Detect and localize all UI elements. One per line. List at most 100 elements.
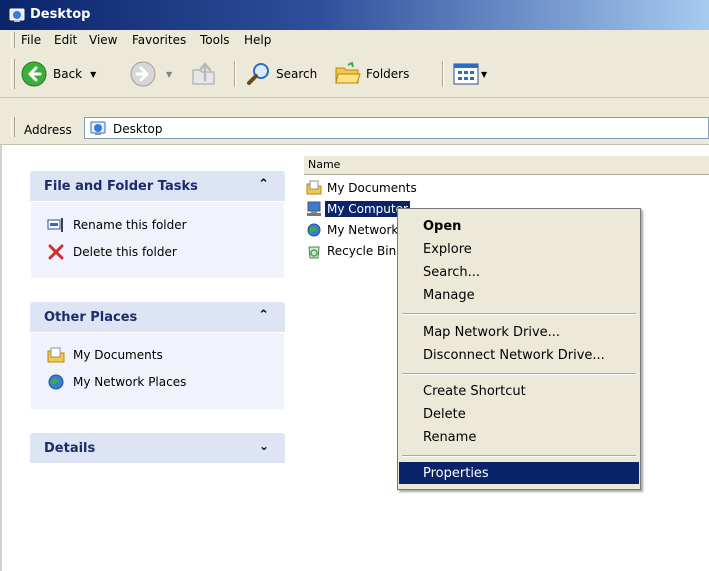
column-name-label: Name	[308, 158, 341, 171]
my-computer-icon	[307, 201, 321, 216]
ctx-create-shortcut[interactable]: Create Shortcut	[399, 380, 639, 402]
back-button[interactable]: Back ▼	[21, 60, 96, 88]
toolbar-grip[interactable]	[11, 59, 15, 89]
ctx-item-label: Map Network Drive...	[423, 325, 561, 340]
my-documents-icon	[306, 180, 322, 195]
details-panel: Details ⌄	[30, 433, 285, 463]
delete-folder-label: Delete this folder	[73, 245, 177, 259]
forward-button[interactable]: ▼	[130, 60, 172, 88]
menu-favorites[interactable]: Favorites	[132, 33, 186, 47]
address-bar: Address Desktop	[0, 98, 709, 145]
file-item-label: My Documents	[327, 181, 417, 195]
search-button[interactable]: Search	[246, 60, 317, 88]
menu-bar: File Edit View Favorites Tools Help	[0, 30, 709, 52]
back-dropdown-icon[interactable]: ▼	[90, 70, 96, 79]
menu-file[interactable]: File	[21, 33, 41, 47]
menu-bar-grip[interactable]	[11, 32, 15, 48]
search-label: Search	[276, 67, 318, 81]
ctx-manage[interactable]: Manage	[399, 284, 639, 306]
panel-header[interactable]: Details ⌄	[30, 433, 285, 463]
ctx-item-label: Explore	[423, 242, 472, 257]
folders-label: Folders	[366, 67, 410, 81]
ctx-item-label: Create Shortcut	[423, 384, 526, 399]
desktop-icon	[9, 8, 25, 22]
toolbar: Back ▼ ▼ Search Folders ▼	[0, 51, 709, 98]
ctx-item-label: Properties	[423, 466, 489, 481]
file-item-my-documents[interactable]: My Documents	[306, 179, 419, 197]
ctx-open[interactable]: Open	[399, 215, 639, 237]
ctx-rename[interactable]: Rename	[399, 426, 639, 448]
panel-title: Details	[44, 441, 96, 456]
views-button[interactable]: ▼	[453, 60, 487, 88]
ctx-separator	[402, 313, 636, 315]
ctx-separator	[402, 455, 636, 457]
up-folder-button[interactable]	[190, 60, 218, 88]
address-label: Address	[24, 123, 72, 137]
forward-dropdown-icon[interactable]: ▼	[166, 70, 172, 79]
menu-help[interactable]: Help	[244, 33, 271, 47]
my-network-places-link[interactable]: My Network Places	[47, 373, 186, 391]
menu-edit[interactable]: Edit	[54, 33, 77, 47]
window-title: Desktop	[30, 7, 91, 22]
delete-folder-link[interactable]: Delete this folder	[47, 243, 177, 261]
views-icon	[453, 63, 479, 85]
panel-body: Rename this folder Delete this folder	[30, 201, 285, 279]
my-documents-icon	[47, 347, 65, 363]
back-arrow-icon	[21, 61, 47, 87]
file-item-recycle-bin[interactable]: Recycle Bin	[306, 242, 398, 260]
ctx-item-label: Search...	[423, 265, 481, 280]
file-item-my-computer[interactable]: My Computer	[306, 200, 410, 218]
panel-body: My Documents My Network Places	[30, 332, 285, 410]
up-folder-icon	[192, 62, 215, 85]
ctx-search[interactable]: Search...	[399, 261, 639, 283]
ctx-separator	[402, 373, 636, 375]
folders-button[interactable]: Folders	[334, 60, 409, 88]
recycle-bin-icon	[308, 246, 320, 259]
network-globe-icon	[48, 374, 64, 390]
rename-folder-label: Rename this folder	[73, 218, 187, 232]
ctx-delete[interactable]: Delete	[399, 403, 639, 425]
my-documents-link[interactable]: My Documents	[47, 346, 163, 364]
menu-view[interactable]: View	[89, 33, 117, 47]
other-places-panel: Other Places ⌃ My Documents My Network P…	[30, 302, 285, 410]
panel-title: File and Folder Tasks	[44, 179, 198, 194]
views-dropdown-icon[interactable]: ▼	[481, 70, 487, 79]
panel-header[interactable]: File and Folder Tasks ⌃	[30, 171, 285, 201]
address-value: Desktop	[113, 122, 163, 136]
toolbar-separator	[234, 61, 236, 87]
address-input[interactable]: Desktop	[84, 117, 709, 139]
file-item-label: Recycle Bin	[327, 244, 397, 258]
ctx-disconnect-network-drive[interactable]: Disconnect Network Drive...	[399, 344, 639, 366]
ctx-item-label: Manage	[423, 288, 475, 303]
search-icon	[247, 63, 269, 85]
network-globe-icon	[307, 223, 321, 237]
toolbar-separator	[442, 61, 444, 87]
rename-icon	[47, 218, 63, 232]
ctx-map-network-drive[interactable]: Map Network Drive...	[399, 321, 639, 343]
delete-x-icon	[48, 244, 64, 260]
rename-folder-link[interactable]: Rename this folder	[47, 216, 187, 234]
title-bar[interactable]: Desktop	[0, 0, 709, 30]
collapse-chevron-icon[interactable]: ⌃	[258, 308, 269, 323]
file-folder-tasks-panel: File and Folder Tasks ⌃ Rename this fold…	[30, 171, 285, 279]
context-menu: Open Explore Search... Manage Map Networ…	[397, 208, 641, 490]
ctx-item-label: Open	[423, 219, 462, 234]
panel-header[interactable]: Other Places ⌃	[30, 302, 285, 332]
folders-icon	[335, 61, 361, 84]
ctx-properties[interactable]: Properties	[399, 462, 639, 484]
desktop-icon	[90, 121, 106, 135]
ctx-explore[interactable]: Explore	[399, 238, 639, 260]
address-bar-grip[interactable]	[11, 117, 15, 137]
expand-chevron-icon[interactable]: ⌄	[259, 439, 269, 453]
column-header-name[interactable]: Name	[304, 156, 709, 175]
my-documents-label: My Documents	[73, 348, 163, 362]
ctx-item-label: Rename	[423, 430, 477, 445]
ctx-item-label: Disconnect Network Drive...	[423, 348, 605, 363]
back-label: Back	[53, 67, 83, 81]
collapse-chevron-icon[interactable]: ⌃	[258, 177, 269, 192]
ctx-item-label: Delete	[423, 407, 466, 422]
panel-title: Other Places	[44, 310, 138, 325]
menu-tools[interactable]: Tools	[200, 33, 230, 47]
forward-arrow-icon	[130, 61, 156, 87]
my-network-places-label: My Network Places	[73, 375, 187, 389]
